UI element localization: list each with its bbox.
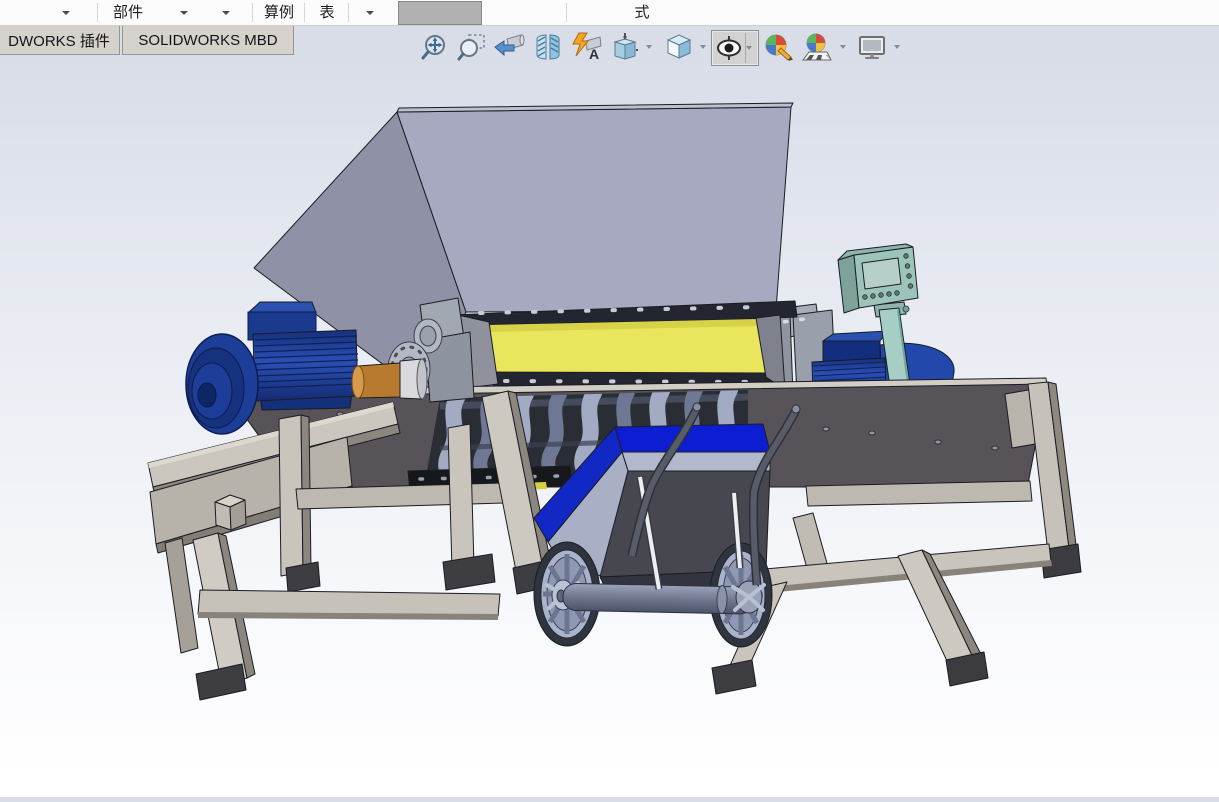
menu-dropdown-caret-icon[interactable] bbox=[366, 11, 374, 15]
tab-solidworks-mbd[interactable]: SOLIDWORKS MBD bbox=[122, 25, 294, 55]
menu-item-part[interactable]: 部件 bbox=[104, 0, 152, 25]
menu-bar: 部件 算例 表 式 bbox=[0, 0, 1219, 26]
menu-item-expression[interactable]: 式 bbox=[620, 0, 664, 25]
menu-separator bbox=[566, 3, 567, 22]
active-tool-button[interactable] bbox=[398, 1, 482, 25]
menu-item-table[interactable]: 表 bbox=[308, 0, 346, 25]
tab-solidworks-plugins[interactable]: DWORKS 插件 bbox=[0, 25, 120, 55]
menu-dropdown-caret-icon[interactable] bbox=[180, 11, 188, 15]
tab-label: SOLIDWORKS MBD bbox=[138, 31, 278, 49]
shredder-chamber[interactable] bbox=[444, 300, 798, 392]
menu-separator bbox=[97, 3, 98, 22]
menu-separator bbox=[348, 3, 349, 22]
menu-dropdown-caret-icon[interactable] bbox=[222, 11, 230, 15]
tab-label: DWORKS 插件 bbox=[8, 32, 110, 50]
menu-separator bbox=[304, 3, 305, 22]
menu-separator bbox=[252, 3, 253, 22]
menu-item-study[interactable]: 算例 bbox=[256, 0, 302, 25]
commandmanager-tab-bar: DWORKS 插件 SOLIDWORKS MBD bbox=[0, 25, 1219, 57]
menu-dropdown-caret-icon[interactable] bbox=[62, 11, 70, 15]
model-viewport[interactable] bbox=[0, 0, 1219, 797]
